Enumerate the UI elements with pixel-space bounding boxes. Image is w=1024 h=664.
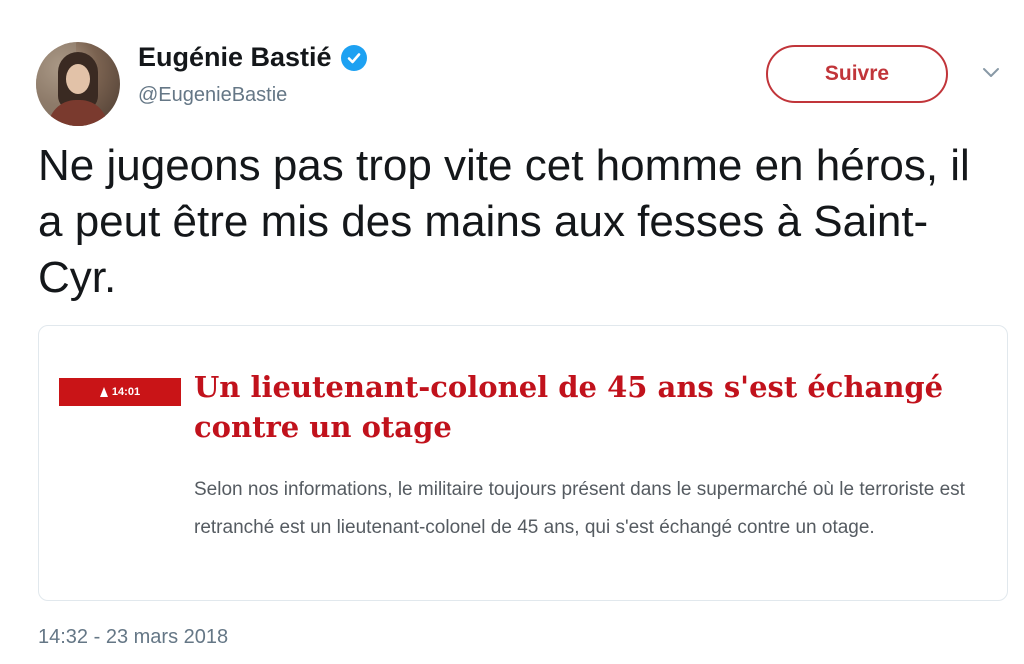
user-name-row[interactable]: Eugénie Bastié: [138, 42, 367, 73]
verified-badge-icon: [340, 44, 367, 71]
tweet-text: Ne jugeons pas trop vite cet homme en hé…: [38, 141, 970, 302]
avatar[interactable]: [36, 42, 120, 126]
card-headline[interactable]: Un lieutenant-colonel de 45 ans s'est éc…: [194, 367, 974, 447]
card-description: Selon nos informations, le militaire tou…: [194, 479, 965, 538]
chevron-down-icon[interactable]: [980, 64, 1002, 80]
checkmark-icon: [347, 52, 360, 63]
link-preview-card[interactable]: 14:01 Un lieutenant-colonel de 45 ans s'…: [38, 325, 1008, 601]
display-name[interactable]: Eugénie Bastié: [138, 42, 332, 73]
tweet-timestamp[interactable]: 14:32 - 23 mars 2018: [38, 626, 228, 649]
alert-icon: [99, 387, 108, 397]
avatar-face: [66, 64, 90, 94]
user-handle[interactable]: @EugenieBastie: [138, 84, 287, 107]
follow-button[interactable]: Suivre: [766, 45, 948, 103]
time-badge-label: 14:01: [111, 386, 141, 398]
time-badge: 14:01: [59, 378, 181, 406]
